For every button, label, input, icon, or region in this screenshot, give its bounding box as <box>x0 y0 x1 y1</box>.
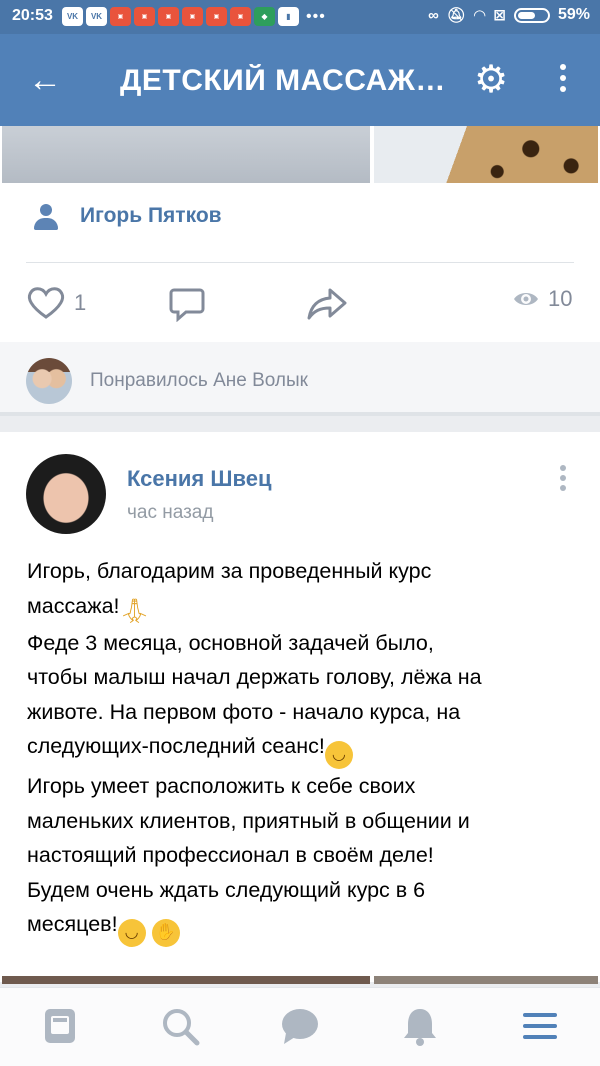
status-time: 20:53 <box>12 7 53 24</box>
mute-icon: 🔕︎ <box>446 7 466 24</box>
app-icon: ▣ <box>158 7 179 26</box>
person-icon <box>32 202 60 230</box>
post-photo[interactable] <box>2 976 370 984</box>
app-icon: ▣ <box>230 7 251 26</box>
post-line: животе. На первом фото - начало курса, н… <box>27 699 461 724</box>
gear-icon[interactable]: ⚙ <box>474 58 508 102</box>
like-count: 1 <box>74 290 87 315</box>
liked-by-row[interactable]: Понравилось Ане Волык <box>0 342 600 416</box>
wifi-icon: ◠ <box>473 7 486 24</box>
messages-icon[interactable] <box>280 1006 320 1046</box>
liked-by-text: Понравилось Ане Волык <box>90 370 308 391</box>
post-line: Феде 3 месяца, основной задачей было, <box>27 630 434 655</box>
notifications-icon[interactable] <box>400 1006 440 1046</box>
app-icon: ▣ <box>182 7 203 26</box>
hugging-face-icon: ✋ <box>151 919 180 947</box>
app-header: ← ДЕТСКИЙ МАССАЖ Н... ⚙ <box>0 34 600 126</box>
search-icon[interactable] <box>160 1006 200 1046</box>
post-author-name[interactable]: Ксения Швец <box>127 466 271 492</box>
share-button[interactable] <box>306 286 348 322</box>
page-title: ДЕТСКИЙ МАССАЖ Н... <box>120 64 450 97</box>
post-actions: 1 10 <box>0 276 600 332</box>
praying-hands-icon: 🙏︎ <box>119 597 150 625</box>
news-icon[interactable] <box>40 1006 80 1046</box>
post-line: настоящий профессионал в своём деле! <box>27 843 434 867</box>
shield-icon: ◆ <box>254 7 275 26</box>
comment-icon <box>169 288 205 322</box>
status-bar: 20:53 VK VK ▣ ▣ ▣ ▣ ▣ ▣ ◆ ▮ ••• ∞ 🔕︎ ◠ ⊠… <box>0 0 600 34</box>
battery-percent: 59% <box>557 6 590 23</box>
post-menu-icon[interactable] <box>558 465 568 495</box>
heart-icon <box>27 287 65 319</box>
previous-post-card: Игорь Пятков 1 10 <box>0 126 600 342</box>
smiling-face-icon: ◡ <box>117 919 146 947</box>
app-icon: ▣ <box>206 7 227 26</box>
post-line: следующих-последний сеанс! ◡ <box>27 729 587 769</box>
battery-icon <box>513 7 550 23</box>
post-photo[interactable] <box>374 126 598 183</box>
avatar <box>26 358 72 404</box>
more-notifications-icon: ••• <box>306 8 326 25</box>
post-card: Ксения Швец час назад Игорь, благодарим … <box>0 432 600 984</box>
menu-icon[interactable] <box>520 1006 560 1046</box>
avatar[interactable] <box>26 454 106 534</box>
post-photos <box>0 976 600 984</box>
post-time: час назад <box>127 502 214 523</box>
post-line: месяцев! ◡ ✋ <box>27 907 587 947</box>
vk-icon: VK <box>86 7 107 26</box>
post-signer[interactable]: Игорь Пятков <box>32 202 222 230</box>
app-icon: ▣ <box>134 7 155 26</box>
post-line: Будем очень ждать следующий курс в 6 <box>27 877 426 902</box>
vk-icon: VK <box>62 7 83 26</box>
signer-name[interactable]: Игорь Пятков <box>80 204 222 228</box>
divider <box>26 262 574 263</box>
app-icon: ▮ <box>278 7 299 26</box>
post-line: чтобы малыш начал держать голову, лёжа н… <box>27 665 482 689</box>
post-line: Игорь, благодарим за проведенный курс <box>27 559 432 583</box>
notification-icons: VK VK ▣ ▣ ▣ ▣ ▣ ▣ ◆ ▮ ••• <box>62 7 326 26</box>
post-line: Игорь умеет расположить к себе своих <box>27 774 416 798</box>
system-indicators: ∞ 🔕︎ ◠ ⊠ 59% <box>428 6 590 24</box>
sync-icon: ∞ <box>428 6 439 24</box>
like-button[interactable]: 1 <box>26 286 86 320</box>
comment-button[interactable] <box>168 286 206 322</box>
slight-smile-icon: ◡ <box>324 741 353 769</box>
eye-icon <box>514 293 538 305</box>
views-counter: 10 <box>512 286 572 312</box>
post-line: массажа!🙏︎ <box>27 593 150 625</box>
no-sim-icon: ⊠ <box>493 7 506 24</box>
more-options-icon[interactable] <box>556 64 570 97</box>
views-count: 10 <box>548 286 573 311</box>
app-icon: ▣ <box>110 7 131 26</box>
post-photo[interactable] <box>374 976 598 984</box>
bottom-tab-bar <box>0 987 600 1066</box>
post-photo[interactable] <box>2 126 370 183</box>
post-text: Игорь, благодарим за проведенный курс ма… <box>27 554 587 947</box>
back-arrow-icon[interactable]: ← <box>28 60 62 100</box>
share-icon <box>307 288 347 320</box>
post-line: маленьких клиентов, приятный в общении и <box>27 808 470 833</box>
